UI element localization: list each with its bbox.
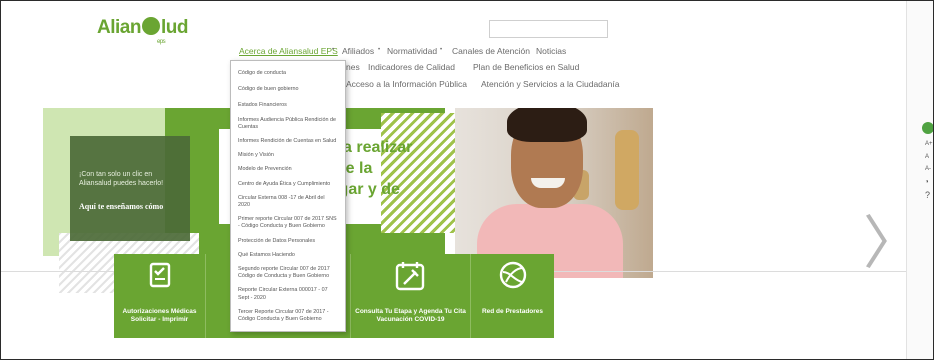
main-nav-row-2: nes Indicadores de Calidad Plan de Benef…	[346, 62, 606, 74]
dropdown-item[interactable]: Informes Rendición de Cuentas en Salud	[231, 136, 345, 147]
hero-side-cta[interactable]: Aquí te enseñamos cómo	[79, 202, 163, 211]
font-decrease-button[interactable]: A-	[925, 166, 931, 172]
nav-normatividad[interactable]: Normatividad	[387, 46, 437, 56]
photo-vase	[615, 130, 639, 210]
contrast-icon[interactable]: ◑	[925, 179, 929, 185]
font-reset-button[interactable]: A	[925, 154, 929, 160]
tile-red-prestadores-label: Red de Prestadores	[481, 308, 544, 315]
accessibility-icon[interactable]	[922, 122, 933, 134]
dropdown-item[interactable]: Qué Estamos Haciendo	[231, 250, 345, 261]
hero-side-text: ¡Con tan solo un clic en Aliansalud pued…	[79, 171, 164, 187]
hero-photo	[455, 108, 653, 278]
dropdown-item[interactable]: Protección de Datos Personales	[231, 236, 345, 247]
dropdown-item[interactable]: Misión y Visión	[231, 150, 345, 161]
nav-nes[interactable]: nes	[346, 62, 360, 72]
tile-vacunacion[interactable]: Consulta Tu Etapa y Agenda Tu Cita Vacun…	[351, 254, 471, 338]
logo-text-right: lud	[160, 17, 189, 38]
dropdown-item[interactable]: Modelo de Prevención	[231, 164, 345, 175]
tile-vacunacion-label: Consulta Tu Etapa y Agenda Tu Cita Vacun…	[355, 308, 466, 323]
nav-acerca[interactable]: Acerca de Aliansalud EPS	[239, 46, 338, 56]
globe-network-icon	[499, 261, 526, 289]
nav-indicadores[interactable]: Indicadores de Calidad	[368, 62, 455, 72]
nav-plan-beneficios[interactable]: Plan de Beneficios en Salud	[473, 62, 579, 72]
nav-afiliados[interactable]: Afiliados	[342, 46, 374, 56]
dropdown-item[interactable]: Informes Audiencia Pública Rendición de …	[231, 115, 345, 133]
dropdown-item[interactable]: Centro de Ayuda Ética y Cumplimiento	[231, 179, 345, 190]
hero-dark-box	[70, 136, 190, 241]
nav-dot-3: •	[440, 47, 443, 53]
dropdown-item[interactable]: Primer reporte Circular 007 de 2017 SNS …	[231, 214, 345, 232]
nav-acceso-info[interactable]: Acceso a la Información Pública	[346, 79, 467, 89]
tile-red-prestadores[interactable]: Red de Prestadores	[471, 254, 554, 338]
tile-autorizaciones[interactable]: Autorizaciones Médicas Solicitar - Impri…	[114, 254, 206, 338]
nav-dot-2: •	[378, 47, 381, 53]
main-nav-row-1: Acerca de Aliansalud EPS • Afiliados • N…	[239, 46, 579, 58]
document-check-icon	[149, 262, 170, 288]
main-nav-row-3: Acceso a la Información Pública Atención…	[346, 79, 619, 91]
font-increase-button[interactable]: A+	[925, 141, 933, 147]
dropdown-item[interactable]: Estados Financieros	[231, 100, 345, 111]
logo-eps: eps	[157, 39, 166, 45]
dropdown-item[interactable]: Código de buen gobierno	[231, 84, 345, 95]
search-input[interactable]	[489, 20, 608, 38]
browser-viewport: Alian lud eps Acerca de Aliansalud EPS • …	[0, 0, 934, 360]
acerca-dropdown-menu: Código de conducta Código de buen gobier…	[230, 60, 346, 332]
dropdown-item[interactable]: Tercer Reporte Circular 007 de 2017 - Có…	[231, 307, 345, 325]
photo-smile	[531, 178, 565, 188]
photo-hair	[507, 108, 587, 142]
tile-autorizaciones-label: Autorizaciones Médicas Solicitar - Impri…	[122, 308, 197, 323]
nav-noticias[interactable]: Noticias	[536, 46, 566, 56]
help-icon[interactable]: ?	[925, 190, 930, 200]
dropdown-item[interactable]: Circular Externa 008 -17 de Abril del 20…	[231, 193, 345, 211]
calendar-vaccine-icon	[395, 262, 424, 291]
logo-mark-icon	[141, 17, 160, 35]
aliansalud-logo[interactable]: Alian lud eps	[97, 17, 189, 45]
nav-atencion-ciudadania[interactable]: Atención y Servicios a la Ciudadanía	[481, 79, 619, 89]
page-scrollbar[interactable]	[906, 1, 933, 359]
logo-text-left: Alian	[97, 17, 141, 38]
dropdown-item[interactable]: Segundo reporte Circular 007 de 2017 Cód…	[231, 264, 345, 282]
nav-dot-1: •	[332, 47, 335, 53]
dropdown-item[interactable]: Código de conducta	[231, 68, 345, 79]
dropdown-item[interactable]: Reporte Circular Externa 000017 - 07 Sep…	[231, 285, 345, 303]
nav-canales[interactable]: Canales de Atención	[452, 46, 530, 56]
